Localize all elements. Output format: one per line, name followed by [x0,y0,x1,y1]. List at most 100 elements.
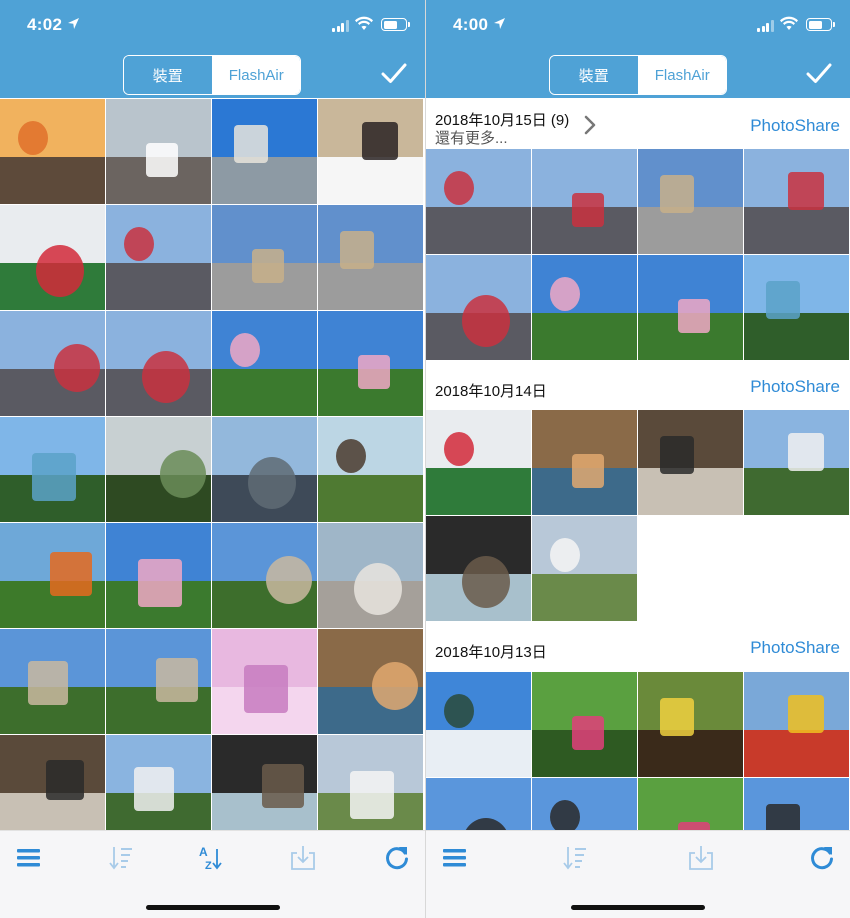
download-icon[interactable] [290,845,316,871]
photo-subject [262,764,304,808]
photo-thumbnail[interactable] [532,410,637,515]
photo-thumbnail[interactable] [318,523,423,628]
photo-thumbnail[interactable] [532,672,637,777]
status-time: 4:02 [27,15,63,34]
chevron-right-icon[interactable] [584,115,596,135]
photo-thumbnail[interactable] [318,417,423,522]
refresh-icon[interactable] [384,845,410,871]
photo-thumbnail[interactable] [0,735,105,840]
photo-ground [744,206,849,254]
photo-subject [358,355,390,389]
photo-thumbnail[interactable] [318,205,423,310]
download-icon[interactable] [688,845,714,871]
checkmark-icon[interactable] [806,62,832,84]
photo-subject [788,695,824,733]
photo-thumbnail[interactable] [426,255,531,360]
photo-thumbnail[interactable] [106,735,211,840]
photo-thumbnail[interactable] [426,516,531,621]
photo-thumbnail[interactable] [212,99,317,204]
segment-device[interactable]: 裝置 [550,56,639,94]
photo-thumbnail[interactable] [106,523,211,628]
date-section-header: 2018年10月14日 PhotoShare [426,361,850,411]
photo-thumbnail[interactable] [106,629,211,734]
photo-subject [138,559,182,607]
photo-subject [156,658,198,702]
wifi-icon [780,16,798,30]
photo-thumbnail[interactable] [318,99,423,204]
segment-flashair[interactable]: FlashAir [212,56,300,94]
svg-text:Z: Z [205,860,212,871]
photo-ground [318,474,423,522]
photo-subject [660,175,694,213]
photo-thumbnail[interactable] [212,205,317,310]
photo-subject [134,767,174,811]
photo-thumbnail[interactable] [212,629,317,734]
sort-alphabetical-icon[interactable]: AZ [198,845,224,871]
section-more-link[interactable]: 還有更多... [435,127,508,148]
photo-thumbnail[interactable] [212,417,317,522]
photo-thumbnail[interactable] [532,255,637,360]
status-bar: 4:02 [0,0,425,50]
photo-thumbnail[interactable] [744,672,849,777]
photo-thumbnail[interactable] [0,523,105,628]
photo-thumbnail[interactable] [426,149,531,254]
photo-thumbnail[interactable] [744,410,849,515]
source-segmented-control: 裝置 FlashAir [123,55,301,95]
photoshare-button[interactable]: PhotoShare [750,638,840,658]
photo-thumbnail[interactable] [426,672,531,777]
photo-thumbnail[interactable] [318,735,423,840]
photo-thumbnail[interactable] [106,417,211,522]
section-date-title: 2018年10月14日 [435,383,547,400]
photo-thumbnail[interactable] [0,629,105,734]
photoshare-button[interactable]: PhotoShare [750,377,840,397]
sort-icon[interactable] [108,845,134,871]
cellular-signal-icon [332,20,349,32]
location-arrow-icon [68,18,79,29]
photo-thumbnail[interactable] [318,629,423,734]
menu-icon[interactable] [442,845,468,871]
photo-thumbnail[interactable] [426,410,531,515]
cellular-signal-icon [757,20,774,32]
photo-subject [230,333,260,367]
photo-subject [788,433,824,471]
photo-subject [550,800,580,834]
refresh-icon[interactable] [809,845,835,871]
photo-thumbnail[interactable] [318,311,423,416]
photo-subject [572,454,604,488]
segment-device[interactable]: 裝置 [124,56,213,94]
photo-ground [426,467,531,515]
photo-thumbnail[interactable] [532,149,637,254]
photo-thumbnail[interactable] [106,205,211,310]
photo-thumbnail[interactable] [638,255,743,360]
home-indicator [145,905,280,910]
left-screen: 4:02 裝置 FlashAir AZ [0,0,425,918]
photo-subject [54,344,100,392]
photo-thumbnail[interactable] [638,410,743,515]
photo-thumbnail[interactable] [0,417,105,522]
photo-thumbnail[interactable] [744,255,849,360]
photo-thumbnail[interactable] [212,523,317,628]
photo-thumbnail[interactable] [212,735,317,840]
photo-thumbnail[interactable] [212,311,317,416]
checkmark-icon[interactable] [381,62,407,84]
photoshare-button[interactable]: PhotoShare [750,116,840,136]
photo-thumbnail[interactable] [106,99,211,204]
photo-thumbnail[interactable] [638,672,743,777]
photo-thumbnail[interactable] [0,99,105,204]
photo-subject [50,552,92,596]
photo-ground [318,262,423,310]
source-segmented-control: 裝置 FlashAir [549,55,727,95]
photo-thumbnail[interactable] [106,311,211,416]
photo-subject [462,556,510,608]
bottom-toolbar [426,830,850,918]
photo-thumbnail[interactable] [0,311,105,416]
photo-thumbnail[interactable] [532,516,637,621]
photo-thumbnail[interactable] [638,149,743,254]
wifi-icon [355,16,373,30]
battery-icon [806,18,835,31]
segment-flashair[interactable]: FlashAir [638,56,726,94]
photo-thumbnail[interactable] [744,149,849,254]
menu-icon[interactable] [16,845,42,871]
photo-thumbnail[interactable] [0,205,105,310]
sort-icon[interactable] [562,845,588,871]
